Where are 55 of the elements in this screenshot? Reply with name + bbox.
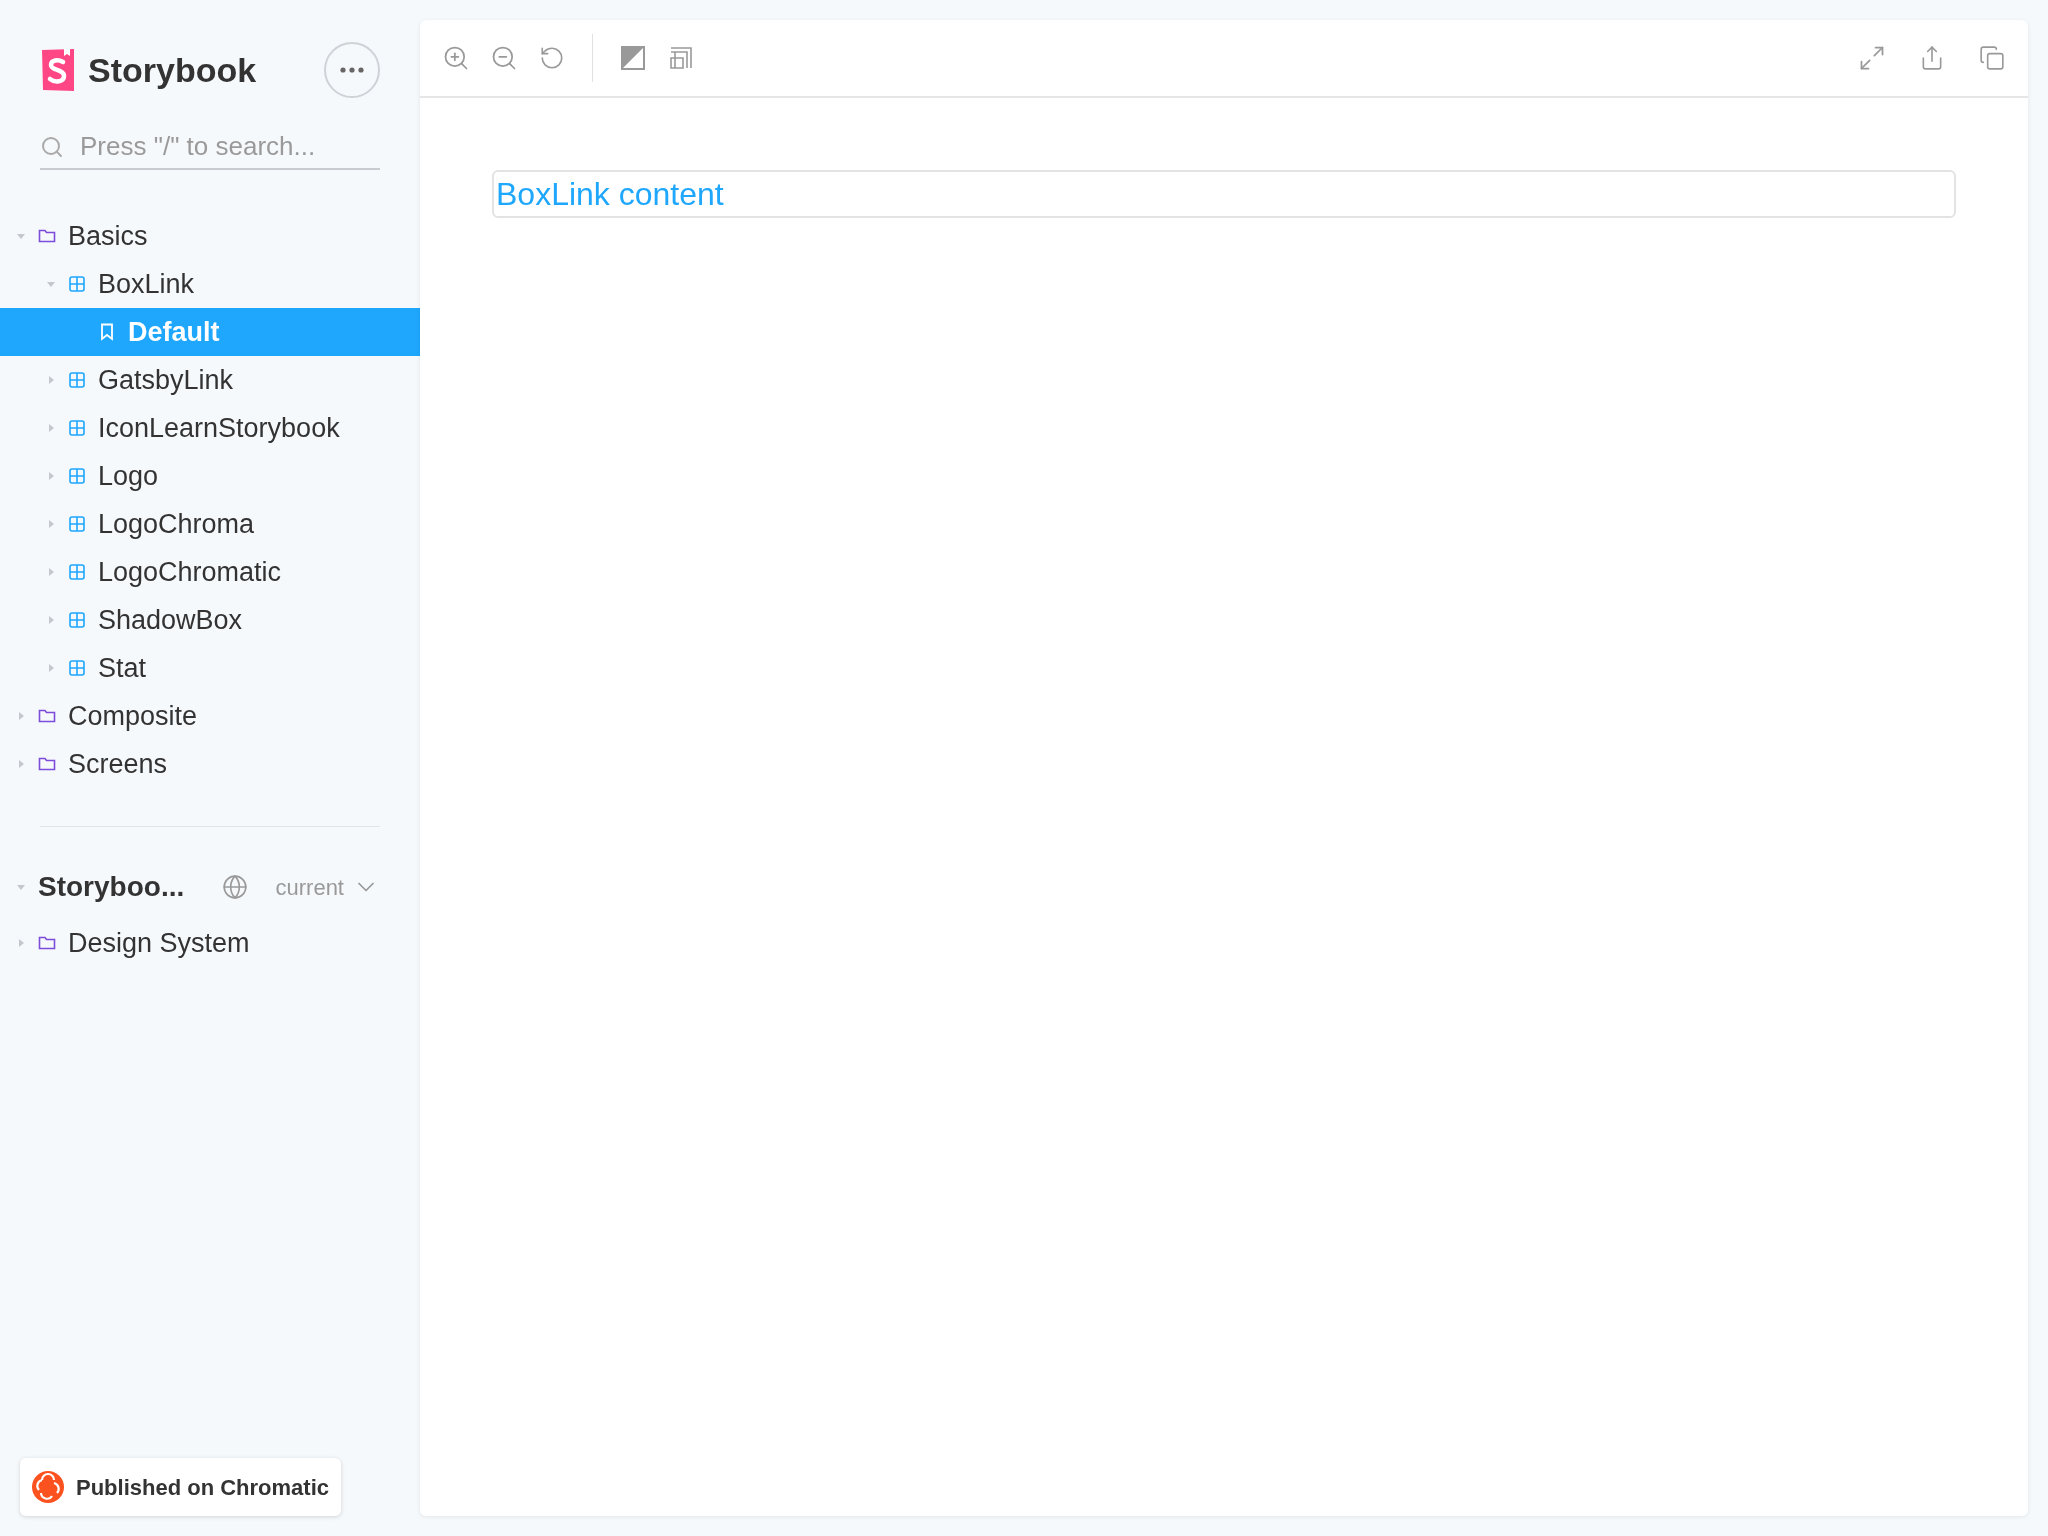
tree-item[interactable]: Screens: [0, 740, 420, 788]
chromatic-badge[interactable]: Published on Chromatic: [20, 1458, 342, 1516]
folder-icon: [38, 709, 56, 723]
search-field[interactable]: Press "/" to search...: [40, 124, 380, 170]
tree-item-label: BoxLink: [98, 267, 195, 301]
bookmark-icon: [100, 323, 114, 341]
component-icon: [68, 563, 86, 581]
tree-item[interactable]: GatsbyLink: [0, 356, 420, 404]
menu-button[interactable]: [324, 42, 380, 98]
copy-icon: [1979, 45, 2005, 71]
component-icon: [68, 419, 86, 437]
tree-item-label: LogoChroma: [98, 507, 255, 541]
component-icon: [68, 371, 86, 389]
more-icon: [340, 67, 364, 73]
tree-item-label: LogoChromatic: [98, 555, 282, 589]
tree-item[interactable]: ShadowBox: [0, 596, 420, 644]
tree-item[interactable]: Composite: [0, 692, 420, 740]
component-icon: [68, 611, 86, 629]
ref-title: Storyboo...: [38, 870, 185, 904]
search-icon: [40, 135, 64, 159]
tree-item[interactable]: IconLearnStorybook: [0, 404, 420, 452]
frames-icon: [669, 46, 693, 70]
folder-icon: [38, 936, 56, 950]
tree-item-label: ShadowBox: [98, 603, 243, 637]
tree-item-label: Screens: [68, 747, 168, 781]
brand-title: Storybook: [88, 49, 257, 91]
tree-item-label: Default: [128, 315, 220, 349]
component-icon: [68, 467, 86, 485]
chromatic-logo-icon: [32, 1471, 64, 1503]
tree-item[interactable]: LogoChromatic: [0, 548, 420, 596]
folder-icon: [38, 229, 56, 243]
logo-icon: [40, 48, 76, 92]
tree-item[interactable]: BoxLink: [0, 260, 420, 308]
zoom-out-icon: [490, 44, 518, 72]
expand-icon: [1858, 44, 1886, 72]
tree-item-label: Logo: [98, 459, 159, 493]
tree-item-label: Stat: [98, 651, 147, 685]
component-icon: [68, 275, 86, 293]
tree-item-label: Basics: [68, 219, 148, 253]
tree-item-label: Design System: [68, 926, 250, 960]
folder-icon: [38, 757, 56, 771]
tree-item[interactable]: Design System: [0, 919, 420, 967]
globe-icon: [221, 874, 248, 900]
contrast-icon: [621, 46, 645, 70]
tree-item[interactable]: Logo: [0, 452, 420, 500]
tree-item-label: Composite: [68, 699, 198, 733]
reset-icon: [539, 45, 565, 71]
tree-item-label: GatsbyLink: [98, 363, 234, 397]
tree-item[interactable]: LogoChroma: [0, 500, 420, 548]
tree-item[interactable]: Stat: [0, 644, 420, 692]
tree-item[interactable]: Basics: [0, 212, 420, 260]
zoom-in-icon: [442, 44, 470, 72]
tree-item-label: IconLearnStorybook: [98, 411, 340, 445]
component-icon: [68, 659, 86, 677]
component-icon: [68, 515, 86, 533]
